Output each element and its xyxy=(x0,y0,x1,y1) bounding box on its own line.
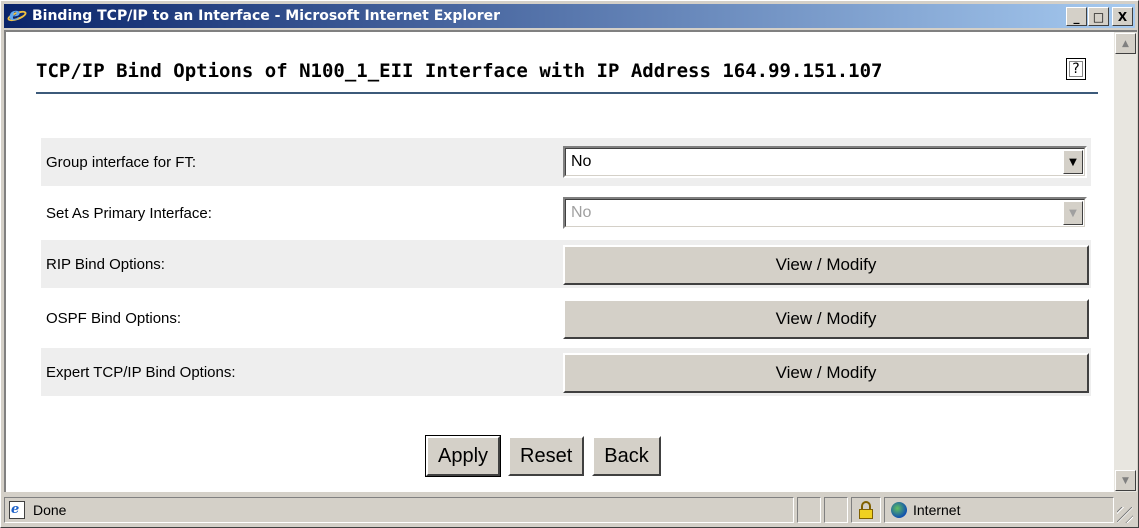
row-group-interface-ft: Group interface for FT: No ▼ xyxy=(41,138,1091,186)
rip-bind-label: RIP Bind Options: xyxy=(46,255,165,273)
primary-interface-label: Set As Primary Interface: xyxy=(46,204,212,222)
expert-view-modify-button[interactable]: View / Modify xyxy=(563,353,1089,393)
maximize-button[interactable]: □ xyxy=(1088,7,1109,26)
lock-icon xyxy=(857,501,875,519)
form-actions: Apply Reset Back xyxy=(424,435,661,477)
browser-window: e Binding TCP/IP to an Interface - Micro… xyxy=(0,0,1139,528)
window-controls: _ □ X xyxy=(1065,7,1133,26)
globe-icon xyxy=(891,502,907,518)
row-rip-bind: RIP Bind Options: View / Modify xyxy=(41,240,1091,288)
reset-button[interactable]: Reset xyxy=(508,436,585,476)
zone-text: Internet xyxy=(913,502,961,518)
group-interface-ft-select[interactable]: No ▼ xyxy=(563,146,1087,178)
security-panel xyxy=(851,497,881,523)
page-title: TCP/IP Bind Options of N100_1_EII Interf… xyxy=(36,60,883,82)
status-panel xyxy=(824,497,848,523)
internet-explorer-icon: e xyxy=(6,5,28,25)
expert-bind-label: Expert TCP/IP Bind Options: xyxy=(46,363,236,381)
help-icon[interactable]: ? xyxy=(1066,58,1086,80)
back-button[interactable]: Back xyxy=(592,436,661,476)
title-bar[interactable]: e Binding TCP/IP to an Interface - Micro… xyxy=(4,4,1135,28)
group-interface-ft-value: No xyxy=(571,153,592,170)
resize-grip-icon[interactable] xyxy=(1117,507,1133,523)
scroll-up-button[interactable]: ▲ xyxy=(1115,33,1136,54)
apply-button[interactable]: Apply xyxy=(424,435,502,477)
chevron-down-icon[interactable]: ▼ xyxy=(1063,150,1083,174)
ospf-bind-label: OSPF Bind Options: xyxy=(46,309,182,327)
status-main: e Done xyxy=(4,497,794,523)
zone-panel: Internet xyxy=(884,497,1114,523)
minimize-button[interactable]: _ xyxy=(1066,7,1087,26)
rip-view-modify-button[interactable]: View / Modify xyxy=(563,245,1089,285)
window-title: Binding TCP/IP to an Interface - Microso… xyxy=(32,8,501,24)
ospf-view-modify-button[interactable]: View / Modify xyxy=(563,299,1089,339)
status-bar: e Done Internet xyxy=(4,495,1135,525)
row-expert-bind: Expert TCP/IP Bind Options: View / Modif… xyxy=(41,348,1091,396)
status-text: Done xyxy=(33,502,67,518)
status-panel xyxy=(797,497,821,523)
vertical-scrollbar[interactable]: ▲ ▼ xyxy=(1114,30,1137,492)
primary-interface-value: No xyxy=(571,204,592,221)
chevron-down-icon: ▼ xyxy=(1063,201,1083,225)
row-ospf-bind: OSPF Bind Options: View / Modify xyxy=(41,294,1091,342)
row-primary-interface: Set As Primary Interface: No ▼ xyxy=(41,189,1091,237)
close-button[interactable]: X xyxy=(1112,7,1133,26)
scroll-down-button[interactable]: ▼ xyxy=(1115,470,1136,491)
group-interface-ft-label: Group interface for FT: xyxy=(46,153,197,171)
page-done-icon: e xyxy=(9,501,27,519)
primary-interface-select: No ▼ xyxy=(563,197,1087,229)
page-content: TCP/IP Bind Options of N100_1_EII Interf… xyxy=(4,30,1114,492)
title-divider xyxy=(36,92,1098,94)
